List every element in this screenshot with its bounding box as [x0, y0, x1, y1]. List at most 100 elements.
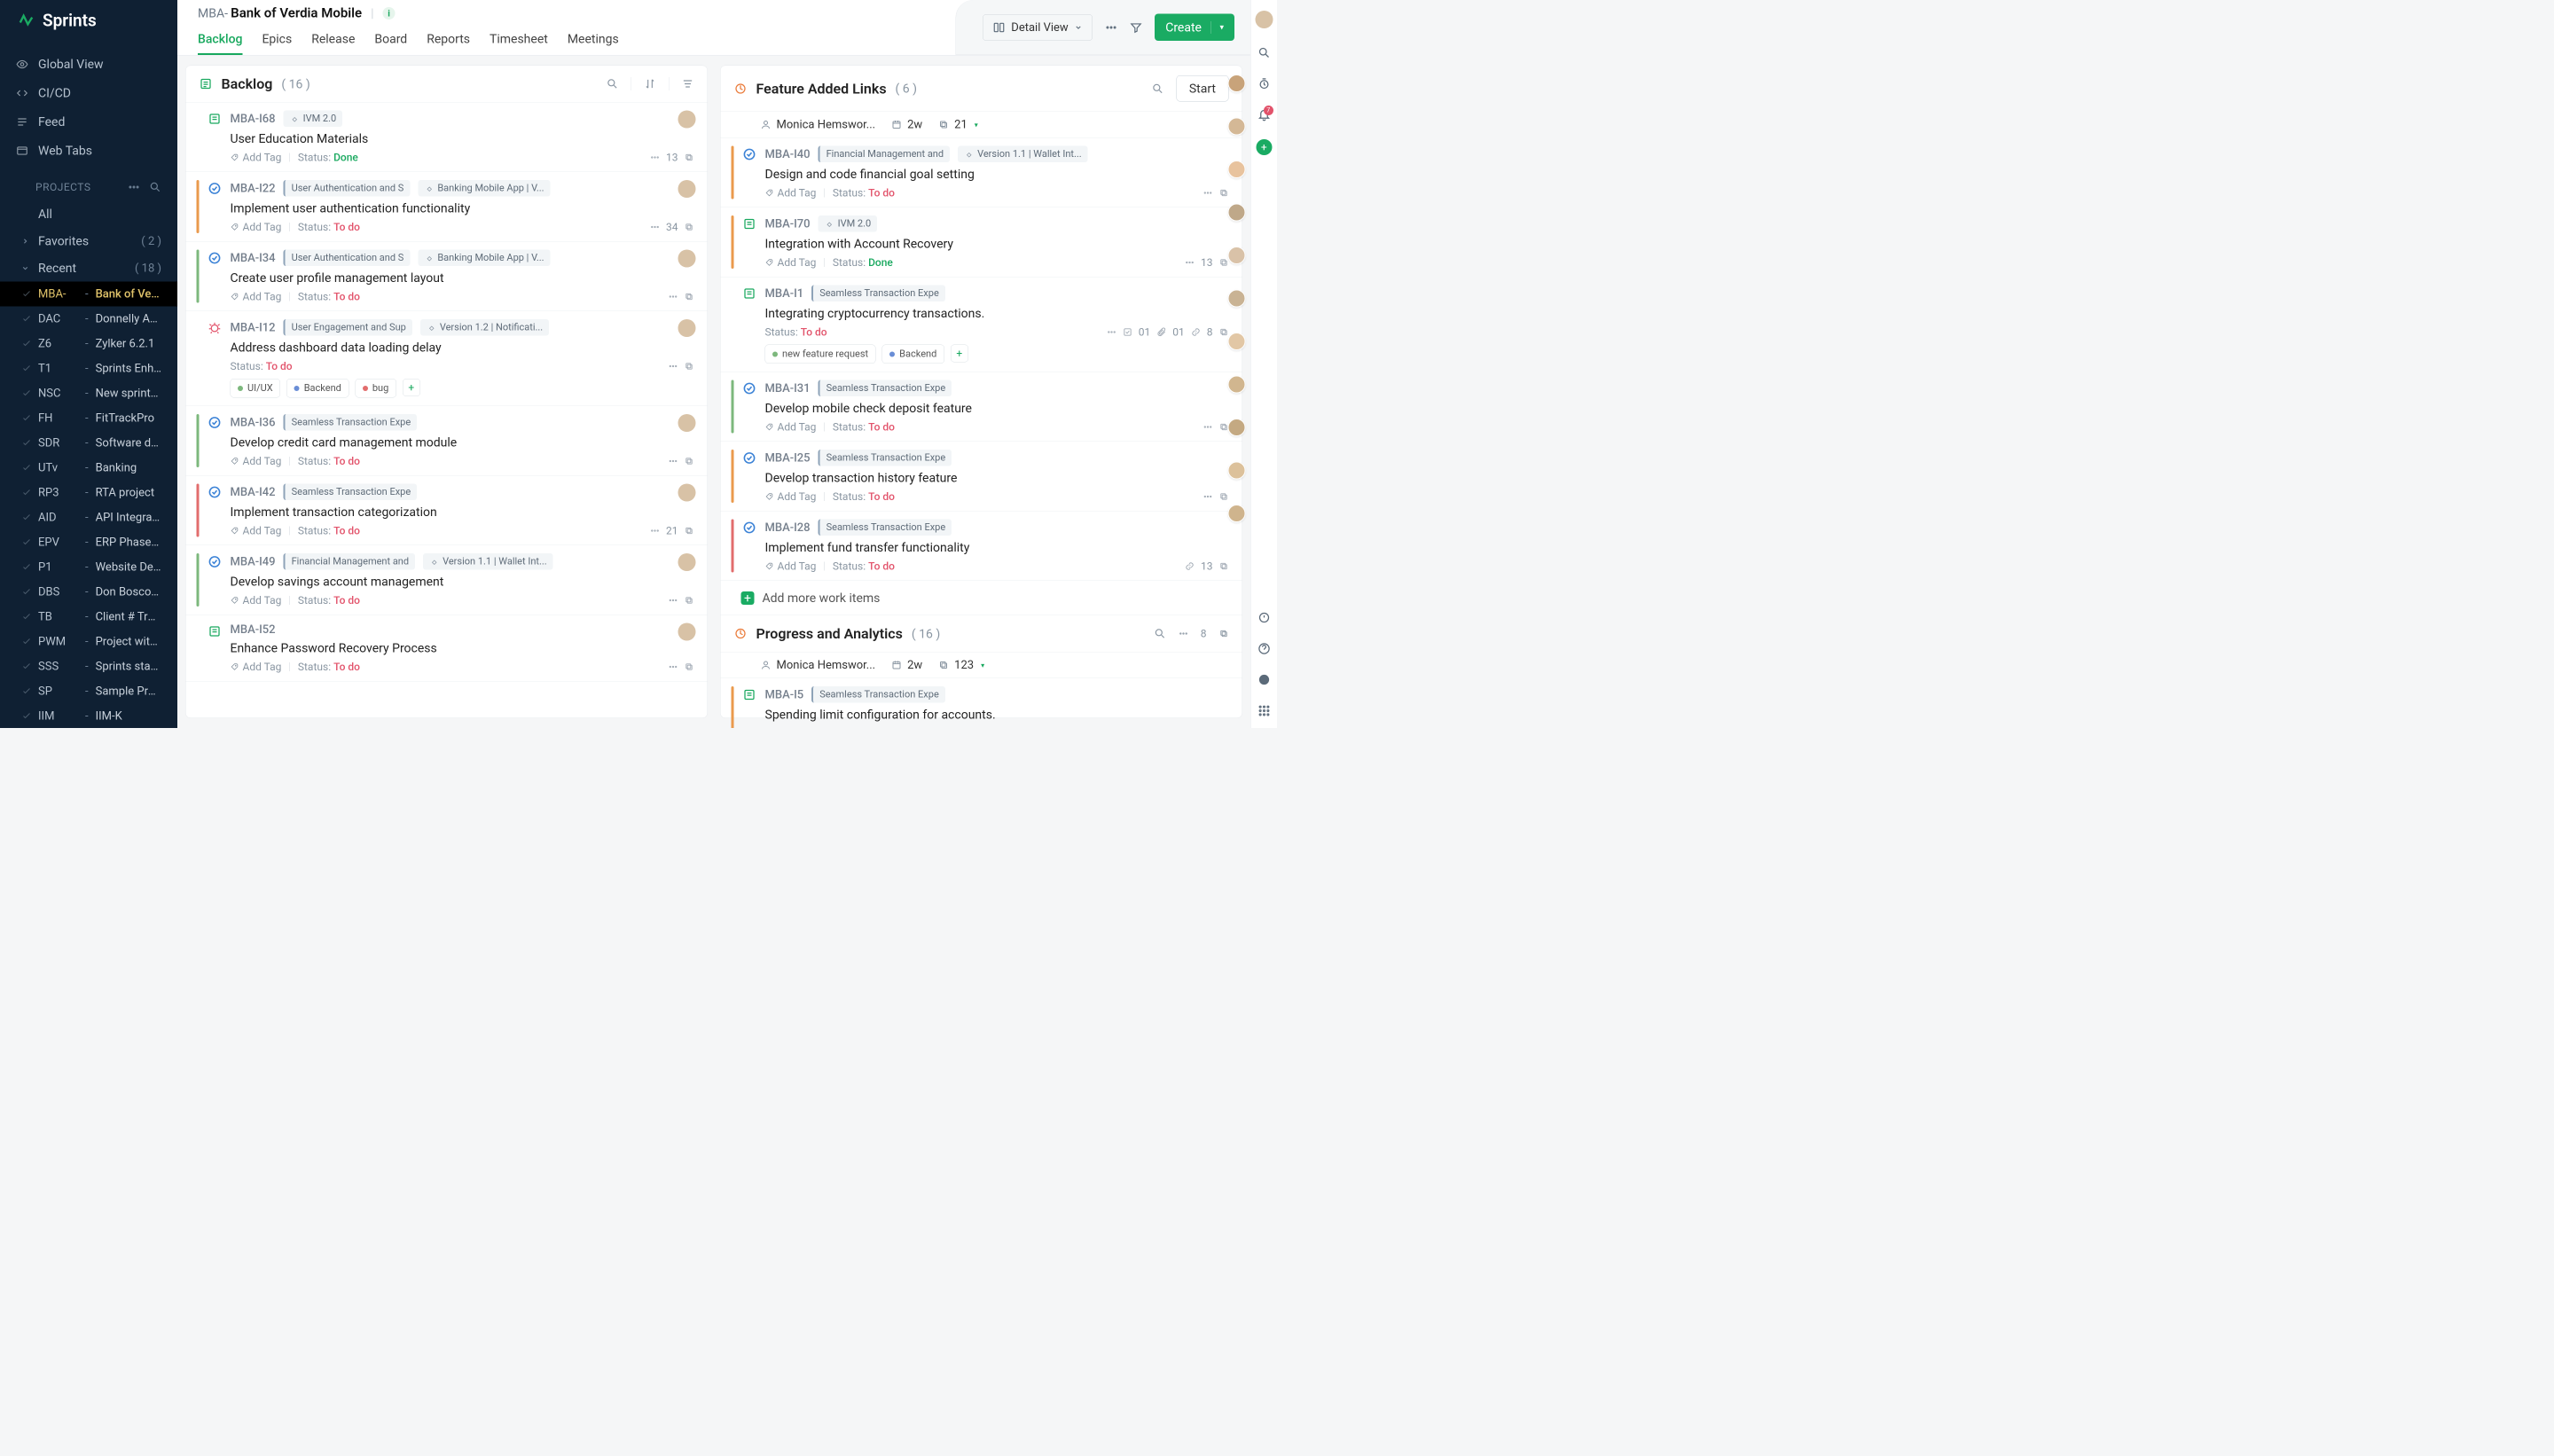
more-icon[interactable] [650, 223, 660, 232]
sprint-duration[interactable]: 2w [891, 659, 922, 672]
more-icon[interactable] [1105, 21, 1117, 34]
work-item[interactable]: MBA-I42Seamless Transaction ExpeImplemen… [186, 476, 708, 546]
project-item[interactable]: MBA--Bank of Verdia ... [0, 282, 177, 307]
project-item[interactable]: EPV-ERP Phase VII [0, 530, 177, 555]
assignee-avatar[interactable] [678, 111, 696, 129]
work-item[interactable]: MBA-I12User Engagement and SupVersion 1.… [186, 311, 708, 406]
work-item[interactable]: MBA-I31Seamless Transaction ExpeDevelop … [721, 372, 1242, 442]
assignee-avatar[interactable] [678, 319, 696, 337]
whatsnew-icon[interactable] [1257, 611, 1271, 624]
chip[interactable]: Seamless Transaction Expe [284, 484, 418, 501]
theme-icon[interactable] [1257, 673, 1271, 686]
project-item[interactable]: SDR-Software develo... [0, 431, 177, 456]
status-value[interactable]: To do [801, 727, 827, 728]
more-icon[interactable] [650, 153, 660, 162]
tag[interactable]: Backend [286, 379, 349, 398]
filter-icon[interactable] [1130, 21, 1142, 34]
chip[interactable]: Seamless Transaction Expe [819, 520, 952, 536]
more-icon[interactable] [669, 362, 678, 372]
detail-view-button[interactable]: Detail View [983, 14, 1093, 41]
project-item[interactable]: AID-API Integration ... [0, 505, 177, 530]
tag[interactable]: Backend [882, 345, 944, 364]
more-icon[interactable] [128, 181, 140, 193]
status-value[interactable]: Done [333, 152, 358, 164]
more-icon[interactable] [669, 292, 678, 301]
start-sprint-button[interactable]: Start [1176, 75, 1228, 102]
more-icon[interactable] [1203, 492, 1213, 502]
sprint-owner[interactable]: Monica Hemswor... [761, 118, 876, 131]
work-item[interactable]: MBA-I5Seamless Transaction ExpeSpending … [721, 678, 1242, 728]
add-tag[interactable]: Add Tag [765, 560, 817, 573]
search-icon[interactable] [607, 78, 619, 90]
sidebar-item-global-view[interactable]: Global View [0, 50, 177, 79]
project-item[interactable]: Z6-Zylker 6.2.1 [0, 332, 177, 356]
tab-release[interactable]: Release [311, 27, 355, 56]
sidebar-group-favorites[interactable]: Favorites ( 2 ) [0, 228, 177, 255]
sidebar-item-ci-cd[interactable]: CI/CD [0, 79, 177, 108]
work-item[interactable]: MBA-I68IVM 2.0User Education MaterialsAd… [186, 103, 708, 173]
project-item[interactable]: FH-FitTrackPro [0, 406, 177, 431]
settings-icon[interactable] [682, 78, 694, 90]
user-avatar[interactable] [1255, 11, 1273, 28]
project-item[interactable]: NSC-New sprints co... [0, 381, 177, 406]
notifications-icon[interactable]: 7 [1257, 108, 1271, 121]
more-icon[interactable] [1203, 188, 1213, 198]
add-tag[interactable]: Add Tag [231, 455, 282, 467]
project-item[interactable]: SSS-Sprints status s... [0, 654, 177, 679]
status-value[interactable]: To do [333, 525, 360, 537]
add-tag[interactable]: Add Tag [765, 256, 817, 269]
search-icon[interactable] [1257, 46, 1271, 59]
chip[interactable]: User Authentication and S [284, 250, 411, 267]
chip[interactable]: Seamless Transaction Expe [819, 450, 952, 466]
sidebar-group-all[interactable]: All [0, 200, 177, 228]
project-item[interactable]: TB-Client # Trust Ba... [0, 605, 177, 630]
more-icon[interactable] [1179, 629, 1188, 638]
tag[interactable]: bug [355, 379, 396, 398]
status-value[interactable]: Done [868, 256, 893, 269]
chip[interactable]: Seamless Transaction Expe [284, 414, 418, 431]
tab-timesheet[interactable]: Timesheet [490, 27, 548, 56]
more-icon[interactable] [1185, 258, 1195, 268]
chip[interactable]: IVM 2.0 [819, 215, 878, 232]
work-item[interactable]: MBA-I52Enhance Password Recovery Process… [186, 615, 708, 682]
work-item[interactable]: MBA-I70IVM 2.0Integration with Account R… [721, 207, 1242, 278]
search-icon[interactable] [1151, 82, 1163, 95]
more-icon[interactable] [669, 662, 678, 672]
tab-backlog[interactable]: Backlog [198, 27, 242, 56]
tab-reports[interactable]: Reports [427, 27, 470, 56]
more-icon[interactable] [669, 457, 678, 466]
work-item[interactable]: MBA-I1Seamless Transaction ExpeIntegrati… [721, 278, 1242, 372]
work-item[interactable]: MBA-I25Seamless Transaction ExpeDevelop … [721, 442, 1242, 512]
timer-icon[interactable] [1257, 77, 1271, 90]
chip[interactable]: Banking Mobile App | V... [418, 250, 550, 267]
add-tag[interactable]: Add Tag [765, 187, 817, 200]
project-item[interactable]: UTv-Banking [0, 456, 177, 481]
project-item[interactable]: DAC-Donnelly Apartm... [0, 307, 177, 332]
status-value[interactable]: To do [801, 326, 827, 339]
tag[interactable]: UI/UX [231, 379, 281, 398]
chip[interactable]: Financial Management and [819, 146, 951, 163]
sprint-points[interactable]: 21▾ [938, 118, 978, 131]
sort-icon[interactable] [644, 78, 656, 90]
more-icon[interactable] [650, 526, 660, 536]
project-item[interactable]: DBS-Don Bosco Scho... [0, 580, 177, 605]
add-button[interactable]: + [1256, 139, 1272, 155]
sprint-points[interactable]: 123▾ [938, 659, 984, 672]
chip[interactable]: Financial Management and [284, 553, 416, 570]
project-item[interactable]: IIM-IIM-K [0, 704, 177, 729]
status-value[interactable]: To do [868, 187, 895, 200]
add-tag-button[interactable]: + [951, 345, 968, 363]
chip[interactable]: User Authentication and S [284, 180, 411, 197]
chip[interactable]: Version 1.1 | Wallet Int... [423, 553, 553, 570]
tag[interactable]: new feature request [765, 345, 876, 364]
work-item[interactable]: MBA-I49Financial Management andVersion 1… [186, 545, 708, 615]
sidebar-item-web-tabs[interactable]: Web Tabs [0, 137, 177, 166]
status-value[interactable]: To do [868, 421, 895, 434]
add-tag[interactable]: Add Tag [231, 525, 282, 537]
sprint-duration[interactable]: 2w [891, 118, 922, 131]
work-item[interactable]: MBA-I22User Authentication and SBanking … [186, 172, 708, 242]
add-tag[interactable]: Add Tag [231, 594, 282, 607]
sidebar-group-recent[interactable]: Recent ( 18 ) [0, 254, 177, 282]
assignee-avatar[interactable] [678, 414, 696, 432]
chip[interactable]: Seamless Transaction Expe [819, 380, 952, 397]
